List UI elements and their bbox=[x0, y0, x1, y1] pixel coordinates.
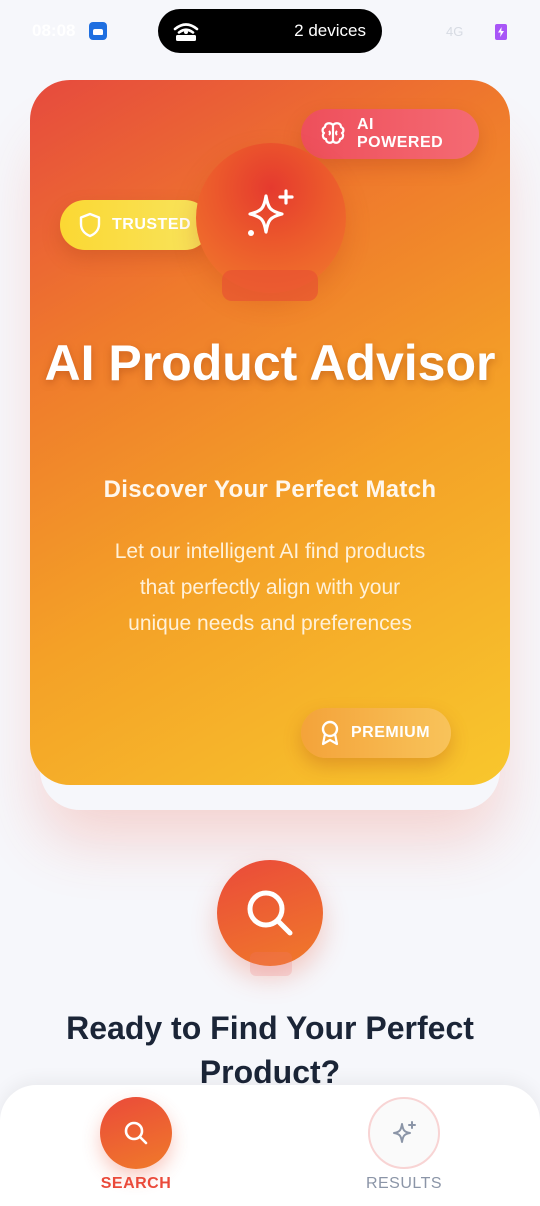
ai-powered-badge: AI POWERED bbox=[301, 109, 479, 159]
search-icon bbox=[124, 1121, 148, 1145]
nav-results-button[interactable] bbox=[368, 1097, 440, 1169]
signal-indicator: 4G bbox=[446, 24, 464, 39]
nav-results-label[interactable]: RESULTS bbox=[339, 1175, 469, 1193]
bottom-navigation: SEARCH RESULTS bbox=[0, 1085, 540, 1206]
trusted-label: TRUSTED bbox=[112, 216, 192, 233]
status-time: 08:08 bbox=[32, 21, 76, 40]
section-title: Ready to Find Your Perfect Product? bbox=[66, 1010, 474, 1090]
nav-item-search[interactable]: SEARCH bbox=[71, 1097, 201, 1202]
sparkles-icon bbox=[393, 1121, 416, 1143]
nav-search-label[interactable]: SEARCH bbox=[71, 1175, 201, 1193]
hero-description: Let our intelligent AI find products tha… bbox=[114, 540, 426, 635]
hero-card: AI POWERED TRUSTED AI Product Advisor Di… bbox=[30, 80, 510, 785]
award-icon bbox=[321, 720, 339, 746]
premium-badge: PREMIUM bbox=[301, 708, 451, 758]
screen: 08:08 2 devices 4G AI POWERED TRUSTED AI… bbox=[0, 0, 540, 1206]
trusted-badge: TRUSTED bbox=[60, 200, 210, 250]
shield-icon bbox=[79, 212, 101, 238]
ai-powered-label: AI POWERED bbox=[357, 116, 444, 151]
search-icon bbox=[247, 890, 293, 936]
sparkles-icon bbox=[248, 189, 294, 236]
orb-stand bbox=[222, 270, 318, 301]
connection-pill[interactable]: 2 devices bbox=[158, 9, 382, 53]
search-circle-stand bbox=[250, 952, 292, 976]
search-hero-circle bbox=[217, 860, 323, 966]
premium-label: PREMIUM bbox=[351, 724, 431, 741]
nav-item-results[interactable]: RESULTS bbox=[339, 1097, 469, 1202]
wifi-hotspot-icon bbox=[173, 23, 199, 41]
battery-icon bbox=[495, 24, 507, 40]
app-notification-icon bbox=[89, 22, 107, 40]
hero-title: AI Product Advisor bbox=[44, 335, 496, 391]
brain-icon bbox=[321, 122, 345, 144]
connection-text: 2 devices bbox=[294, 21, 366, 40]
hero-subtitle: Discover Your Perfect Match bbox=[103, 476, 437, 503]
status-bar: 08:08 2 devices 4G bbox=[0, 0, 540, 62]
nav-search-button[interactable] bbox=[100, 1097, 172, 1169]
